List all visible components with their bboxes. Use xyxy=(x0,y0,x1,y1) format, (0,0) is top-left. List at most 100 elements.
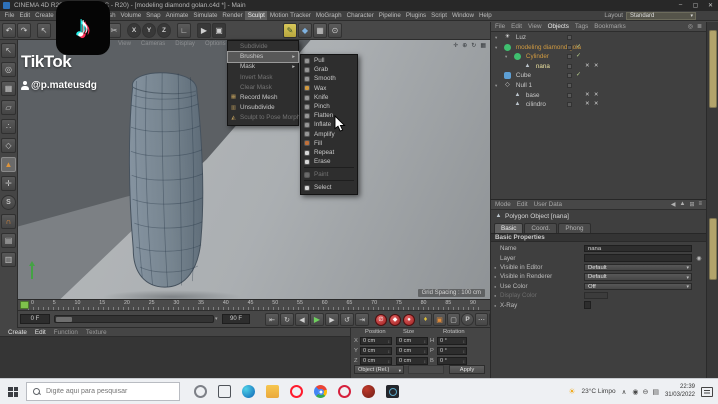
lock-icon[interactable]: ⊞ xyxy=(689,201,694,208)
pan-view-icon[interactable]: ✛ xyxy=(453,42,458,49)
sculpt-menu-item[interactable]: Brushes xyxy=(228,52,298,62)
sculpt-menu-item[interactable]: ▦ Record Mesh xyxy=(228,93,298,103)
object-row[interactable]: ▾ Null 1 xyxy=(491,81,706,91)
next-frame-icon[interactable]: ▶ xyxy=(325,313,339,326)
menubar-item[interactable]: File xyxy=(2,11,17,20)
sculpt-menu-item[interactable]: Invert Mask xyxy=(228,73,298,83)
brush-menu-item[interactable]: Pull xyxy=(301,56,357,65)
sculpt-menu-item[interactable]: Mask xyxy=(228,62,298,72)
viewport-menu-item[interactable]: View xyxy=(118,41,131,47)
loop-icon[interactable]: ↺ xyxy=(340,313,354,326)
model-mode-icon[interactable]: ◎ xyxy=(1,62,16,77)
workplane-mode-icon[interactable]: ▱ xyxy=(1,100,16,115)
attribute-menu-item[interactable]: Edit xyxy=(517,201,528,208)
layer-swatch[interactable] xyxy=(567,83,572,88)
position-field[interactable]: 0 cm xyxy=(360,337,392,346)
layout-select[interactable]: Standard xyxy=(626,12,696,20)
attribute-value[interactable]: Default xyxy=(584,264,692,272)
menubar-item[interactable]: Edit xyxy=(17,11,33,20)
file-explorer-icon[interactable] xyxy=(266,385,279,398)
polygons-mode-icon[interactable]: ▲ xyxy=(1,157,16,172)
clock[interactable]: 22:39 31/03/2022 xyxy=(665,384,695,398)
menubar-item[interactable]: Script xyxy=(429,11,450,20)
tray-app1-icon[interactable]: ◉ xyxy=(632,388,638,396)
attribute-value[interactable]: Default xyxy=(584,273,692,281)
texture-mode-icon[interactable]: ▦ xyxy=(1,81,16,96)
cortana-icon[interactable] xyxy=(194,385,207,398)
cinema4d-icon[interactable] xyxy=(386,385,399,398)
modeling-objects-icon[interactable]: ▦ xyxy=(313,23,327,38)
object-manager-menu-item[interactable]: File xyxy=(495,23,505,30)
sculpt-menu-item[interactable]: ▥ Unsubdivide xyxy=(228,103,298,113)
goto-end-icon[interactable]: ⇥ xyxy=(355,313,369,326)
menubar-item[interactable]: Help xyxy=(476,11,494,20)
close-button[interactable]: ✕ xyxy=(703,2,718,9)
parameter-key-icon[interactable]: P xyxy=(461,313,474,326)
panel-options-icon[interactable]: ≡ xyxy=(698,201,702,208)
playhead[interactable] xyxy=(20,301,29,309)
redo-icon[interactable]: ↷ xyxy=(17,23,31,38)
viewport-menu-item[interactable]: Cameras xyxy=(141,41,165,47)
rotation-field[interactable]: 0 ° xyxy=(437,337,467,346)
menubar-item[interactable]: Window xyxy=(449,11,476,20)
field-extra-icon[interactable]: ◉ xyxy=(694,255,704,262)
opera-icon[interactable] xyxy=(290,385,303,398)
object-name[interactable]: Null 1 xyxy=(516,82,532,89)
maximize-button[interactable]: ▢ xyxy=(688,2,703,9)
tray-shield-icon[interactable]: ⊖ xyxy=(642,388,648,396)
brush-menu-item[interactable] xyxy=(304,167,354,169)
object-name[interactable]: cilindro xyxy=(526,101,546,108)
viewport-menu-item[interactable]: Options xyxy=(205,41,226,47)
sculpt-brush-tool-icon[interactable]: ✎ xyxy=(283,23,297,38)
layer-swatch[interactable] xyxy=(567,73,572,78)
material-menu-item[interactable]: Edit xyxy=(35,329,46,336)
points-mode-icon[interactable]: ∴ xyxy=(1,119,16,134)
layer-swatch[interactable] xyxy=(567,102,572,107)
attribute-menu-item[interactable]: Mode xyxy=(495,201,511,208)
enable-check-icon[interactable]: ✓ xyxy=(576,52,581,62)
object-tags[interactable]: ✕ ✕ xyxy=(585,62,600,72)
position-key-icon[interactable]: ♦ xyxy=(419,313,432,326)
make-editable-icon[interactable]: ↖ xyxy=(1,43,16,58)
menubar-item[interactable]: Simulate xyxy=(191,11,220,20)
zoom-view-icon[interactable]: ⊕ xyxy=(462,42,467,49)
sculpt-menu-item[interactable]: Subdivide xyxy=(228,42,298,52)
brush-menu-item[interactable]: Inflate xyxy=(301,120,357,129)
rotation-field[interactable]: 0 ° xyxy=(437,357,467,366)
attribute-value[interactable] xyxy=(584,292,608,300)
rotation-field[interactable]: 0 ° xyxy=(437,347,467,356)
attribute-value[interactable]: Off xyxy=(584,283,692,291)
y-axis-lock-icon[interactable]: Y xyxy=(142,23,156,38)
object-name[interactable]: Cylinder xyxy=(526,53,549,60)
sculpt-menu-item[interactable]: ◭ Sculpt to Pose Morph xyxy=(228,113,298,123)
opera-gx-icon[interactable] xyxy=(338,385,351,398)
menubar-item[interactable]: Volume xyxy=(118,11,144,20)
expand-arrow-icon[interactable]: ▾ xyxy=(505,52,512,62)
menubar-item[interactable]: Motion Tracker xyxy=(267,11,313,20)
brush-menu-item[interactable]: Wax xyxy=(301,84,357,93)
menubar-item[interactable]: Render xyxy=(220,11,245,20)
brush-menu-item[interactable]: Amplify xyxy=(301,130,357,139)
gem-object-icon[interactable]: ◆ xyxy=(298,23,312,38)
chrome-icon[interactable] xyxy=(314,385,327,398)
object-row[interactable]: ▾ Luz xyxy=(491,33,706,43)
snap-icon[interactable]: S xyxy=(1,195,16,210)
brush-menu-item[interactable]: Grab xyxy=(301,65,357,74)
coordinate-mode-select[interactable]: Object (Rel.) xyxy=(354,365,404,374)
slider-handle[interactable] xyxy=(56,317,72,322)
attribute-value[interactable] xyxy=(584,301,591,309)
object-row[interactable]: cilindro ✕ ✕ xyxy=(491,100,706,110)
menubar-item[interactable]: MoGraph xyxy=(313,11,344,20)
layer-swatch[interactable] xyxy=(567,64,572,69)
taskbar-search[interactable] xyxy=(26,382,180,401)
object-row[interactable]: ▾ modeling diamond gola ✓ xyxy=(491,43,706,53)
brush-menu-item[interactable]: Knife xyxy=(301,93,357,102)
play-icon[interactable]: ▶ xyxy=(310,313,324,326)
position-field[interactable]: 0 cm xyxy=(360,347,392,356)
brush-menu-item[interactable]: Smooth xyxy=(301,74,357,83)
expand-arrow-icon[interactable]: ▾ xyxy=(495,33,502,43)
object-name[interactable]: Cube xyxy=(516,72,531,79)
layer-swatch[interactable] xyxy=(567,54,572,59)
undo-icon[interactable]: ↶ xyxy=(2,23,16,38)
minimize-button[interactable]: – xyxy=(673,2,688,9)
